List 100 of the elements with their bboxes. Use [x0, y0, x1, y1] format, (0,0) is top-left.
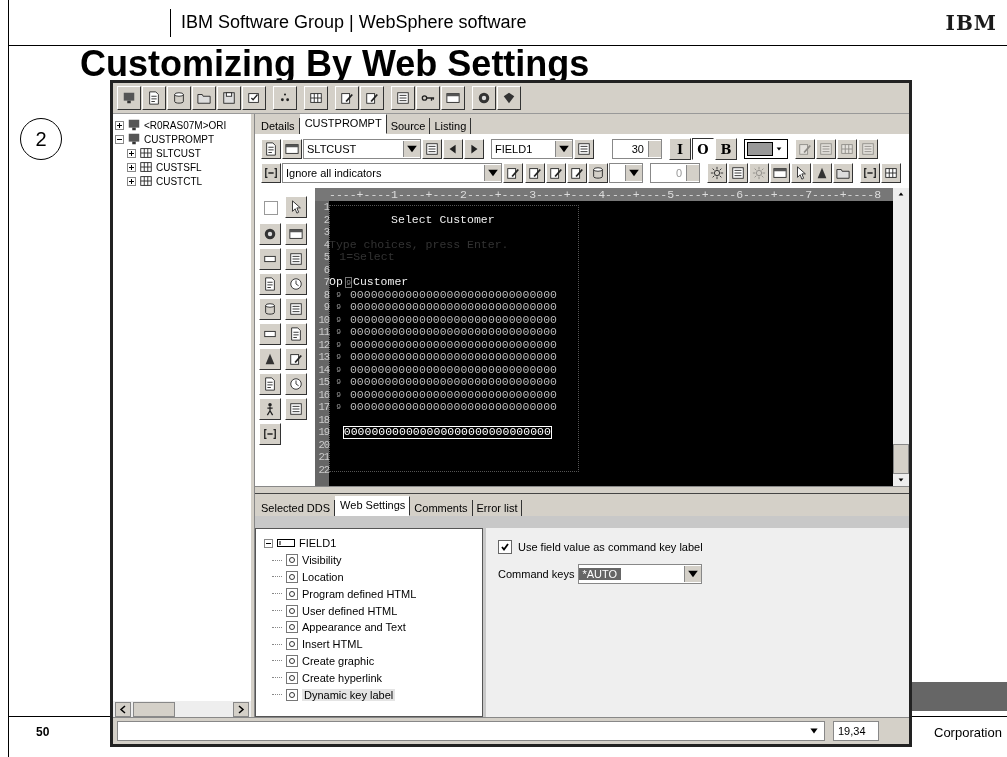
toolbar-button[interactable] [259, 323, 281, 345]
editor-tab[interactable]: CUSTPROMPT [299, 114, 387, 134]
toolbar-button[interactable] [259, 298, 281, 320]
tree-item[interactable]: Location [302, 571, 344, 583]
toolbar-button[interactable] [791, 163, 811, 183]
tree-item[interactable]: Create hyperlink [302, 671, 383, 684]
toolbar-button[interactable] [259, 423, 281, 445]
toolbar-button[interactable] [422, 139, 442, 159]
settings-tab[interactable]: Web Settings [335, 496, 411, 516]
tree-item[interactable]: Create graphic [302, 654, 375, 667]
toolbar-button[interactable] [285, 323, 307, 345]
toolbar-button[interactable] [192, 86, 216, 110]
color-picker[interactable] [744, 139, 788, 159]
toolbar-button[interactable] [816, 139, 836, 159]
toolbar-button[interactable] [259, 398, 281, 420]
toolbar-button[interactable] [261, 139, 281, 159]
toolbar-button[interactable] [285, 273, 307, 295]
toolbar-button[interactable] [858, 139, 878, 159]
indicator-dropdown[interactable]: Ignore all indicators [282, 163, 502, 183]
scroll-up-icon[interactable] [897, 190, 905, 198]
dropdown[interactable] [609, 163, 643, 183]
tree-item[interactable]: Dynamic key label [302, 688, 396, 701]
toolbar-button[interactable] [259, 373, 281, 395]
toolbar-button[interactable] [285, 348, 307, 370]
scrollbar-thumb[interactable] [893, 444, 909, 474]
toolbar-button[interactable] [525, 163, 545, 183]
toolbar-button[interactable] [441, 86, 465, 110]
toolbar-button[interactable] [443, 139, 463, 159]
collapse-icon[interactable] [115, 134, 124, 144]
scrollbar-thumb[interactable] [133, 701, 175, 717]
field-dropdown[interactable]: FIELD1 [491, 139, 573, 159]
toolbar-button[interactable] [860, 163, 880, 183]
toolbar-button[interactable] [707, 163, 727, 183]
toolbar-button[interactable] [391, 86, 415, 110]
toolbar-button[interactable] [574, 139, 594, 159]
toolbar-button[interactable] [304, 86, 328, 110]
collapse-icon[interactable] [264, 538, 273, 548]
splitter-bar[interactable] [255, 486, 909, 494]
scroll-left-icon[interactable] [115, 701, 131, 717]
toolbar-button[interactable] [285, 298, 307, 320]
outline-item[interactable]: SLTCUST [156, 147, 201, 159]
expand-icon[interactable] [127, 162, 136, 172]
toolbar-button[interactable] [259, 348, 281, 370]
toolbar-button[interactable] [261, 163, 281, 183]
outline-item[interactable]: CUSTCTL [156, 175, 203, 187]
checkbox[interactable] [264, 201, 278, 215]
toolbar-button[interactable] [464, 139, 484, 159]
record-dropdown[interactable]: SLTCUST [303, 139, 421, 159]
toolbar-button[interactable] [472, 86, 496, 110]
expand-icon[interactable] [115, 120, 124, 130]
outline-item[interactable]: CUSTSFL [156, 161, 202, 173]
toolbar-button[interactable] [117, 86, 141, 110]
toolbar-button[interactable] [285, 196, 307, 218]
tree-item[interactable]: Visibility [302, 554, 342, 567]
toolbar-button[interactable] [728, 163, 748, 183]
checkbox[interactable] [498, 540, 512, 554]
toolbar-button[interactable] [242, 86, 266, 110]
expand-icon[interactable] [127, 148, 136, 158]
toolbar-button[interactable] [497, 86, 521, 110]
toolbar-button[interactable] [282, 139, 302, 159]
expand-icon[interactable] [127, 176, 136, 186]
toolbar-button[interactable] [360, 86, 384, 110]
toolbar-button[interactable] [285, 398, 307, 420]
vertical-scrollbar[interactable] [893, 188, 909, 486]
toolbar-button[interactable] [259, 223, 281, 245]
outline-item[interactable]: <R0RAS07M>ORI [144, 119, 227, 131]
toolbar-button[interactable] [881, 163, 901, 183]
horizontal-scrollbar[interactable] [113, 701, 251, 717]
tree-item[interactable]: FIELD1 [299, 537, 337, 550]
tree-item[interactable]: Insert HTML [302, 638, 363, 651]
toolbar-button[interactable] [770, 163, 790, 183]
toolbar-button[interactable] [837, 139, 857, 159]
toolbar-button[interactable] [142, 86, 166, 110]
toolbar-button[interactable] [795, 139, 815, 159]
toolbar-button[interactable] [335, 86, 359, 110]
tree-item[interactable]: Appearance and Text [302, 621, 406, 634]
toolbar-button[interactable] [259, 248, 281, 270]
toolbar-button[interactable] [285, 223, 307, 245]
toolbar-button[interactable] [749, 163, 769, 183]
toolbar-button[interactable] [273, 86, 297, 110]
tree-item[interactable]: User defined HTML [302, 604, 398, 617]
toolbar-button[interactable] [812, 163, 832, 183]
usage-button[interactable]: B [715, 138, 737, 160]
toolbar-button[interactable] [503, 163, 523, 183]
scroll-down-icon[interactable] [897, 476, 905, 484]
toolbar-button[interactable] [416, 86, 440, 110]
tree-item[interactable]: Program defined HTML [302, 587, 417, 600]
command-keys-dropdown[interactable]: *AUTO [578, 564, 703, 584]
usage-button[interactable]: O [692, 138, 714, 160]
toolbar-button[interactable] [833, 163, 853, 183]
toolbar-button[interactable] [285, 248, 307, 270]
toolbar-button[interactable] [285, 373, 307, 395]
usage-button[interactable]: I [669, 138, 691, 160]
outline-item[interactable]: CUSTPROMPT [144, 133, 214, 145]
toolbar-button[interactable] [217, 86, 241, 110]
scroll-right-icon[interactable] [233, 701, 249, 717]
toolbar-button[interactable] [567, 163, 587, 183]
toolbar-button[interactable] [167, 86, 191, 110]
toolbar-button[interactable] [546, 163, 566, 183]
length-spinner[interactable]: 30 [612, 139, 662, 159]
